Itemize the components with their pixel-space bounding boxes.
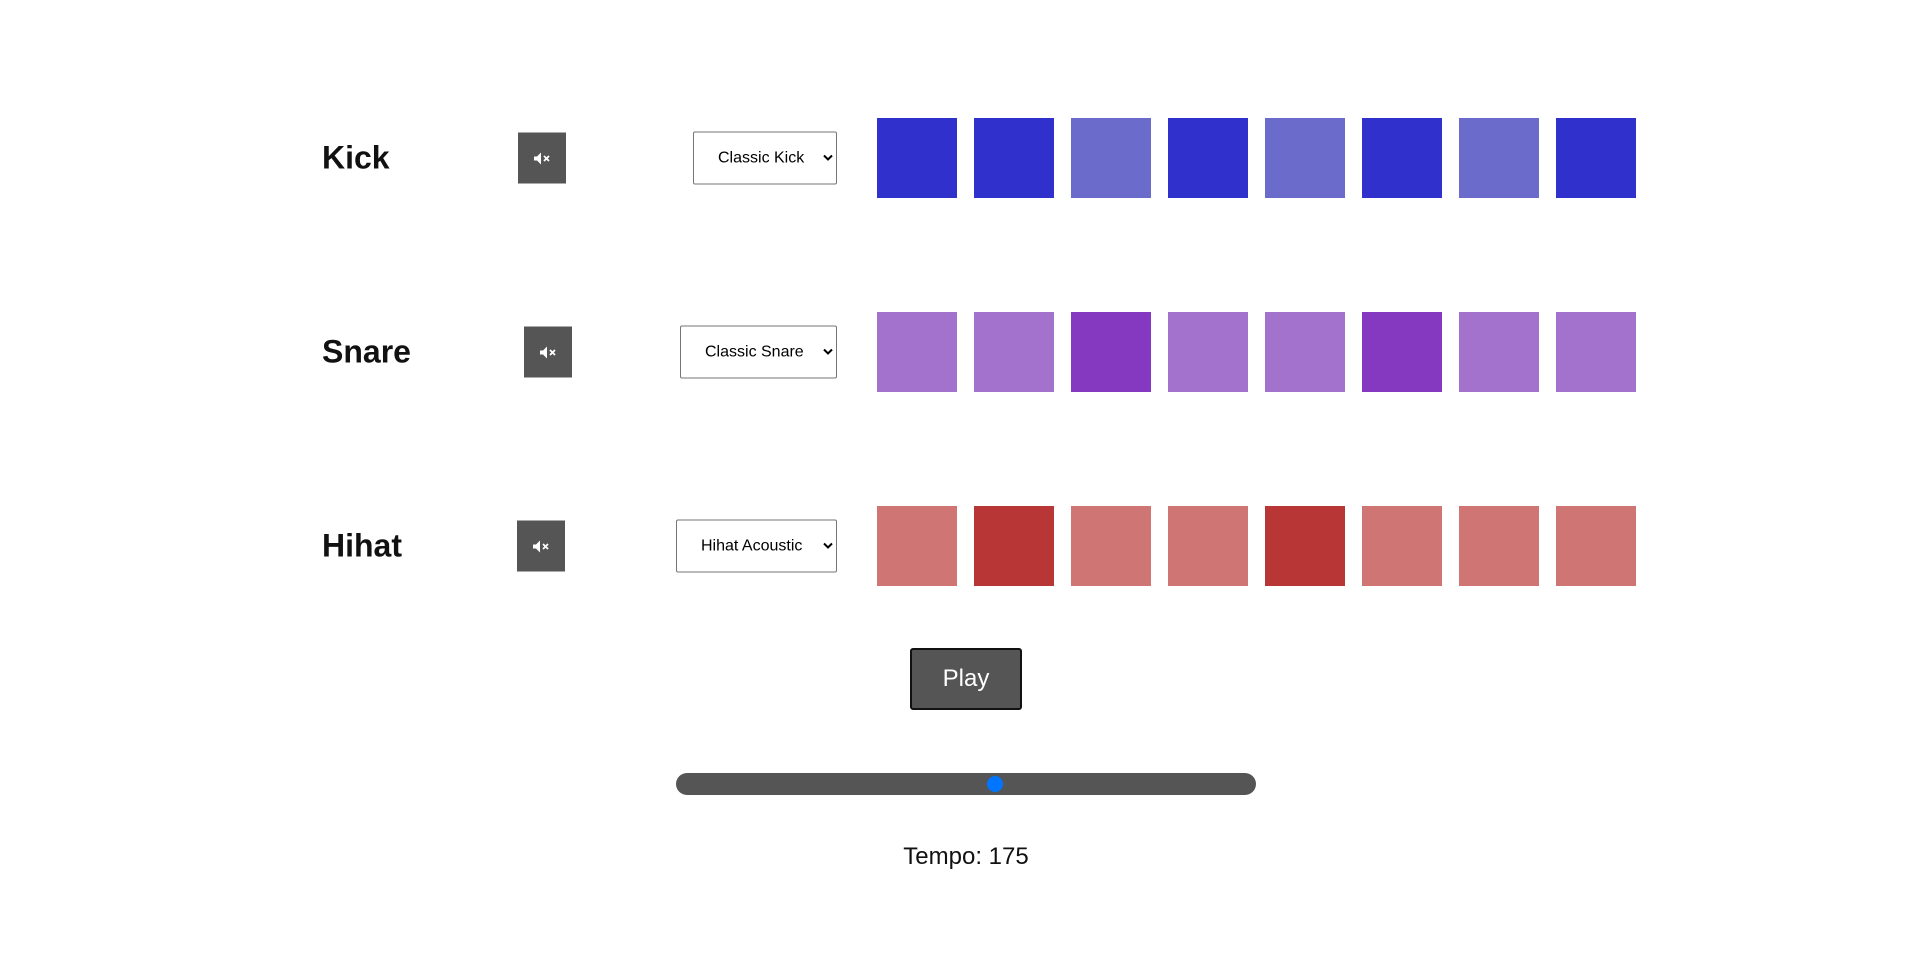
step-pad[interactable] (877, 312, 957, 392)
step-pad-active[interactable] (974, 506, 1054, 586)
step-pad[interactable] (1459, 118, 1539, 198)
step-pad[interactable] (1071, 118, 1151, 198)
step-pad-active[interactable] (974, 118, 1054, 198)
mute-button-kick[interactable] (518, 132, 566, 184)
track-name: Kick (322, 139, 390, 176)
track-row-hihat: Hihat Hihat Acoustic (0, 506, 1920, 586)
sound-select-kick[interactable]: Classic Kick (693, 131, 837, 185)
step-pad[interactable] (1459, 506, 1539, 586)
step-pad-active[interactable] (1168, 118, 1248, 198)
step-pad[interactable] (1362, 506, 1442, 586)
step-pad[interactable] (1556, 312, 1636, 392)
play-button[interactable]: Play (910, 648, 1022, 710)
step-pad[interactable] (1265, 118, 1345, 198)
tempo-slider-thumb[interactable] (987, 776, 1003, 792)
sound-select-hihat[interactable]: Hihat Acoustic (676, 519, 837, 573)
track-name: Hihat (322, 527, 402, 564)
speaker-mute-icon (532, 539, 550, 553)
step-pad-active[interactable] (1265, 506, 1345, 586)
step-pad-active[interactable] (1071, 312, 1151, 392)
step-pad[interactable] (1071, 506, 1151, 586)
track-name: Snare (322, 333, 411, 370)
step-pad-active[interactable] (1362, 118, 1442, 198)
track-row-snare: Snare Classic Snare (0, 312, 1920, 392)
tempo-readout: Tempo: 175 (903, 843, 1029, 870)
speaker-mute-icon (539, 345, 557, 359)
step-pad[interactable] (1168, 506, 1248, 586)
step-pad-active[interactable] (877, 118, 957, 198)
track-row-kick: Kick Classic Kick (0, 118, 1920, 198)
sound-select-snare[interactable]: Classic Snare (680, 325, 837, 379)
step-pad[interactable] (974, 312, 1054, 392)
step-pad[interactable] (1168, 312, 1248, 392)
mute-button-hihat[interactable] (517, 520, 565, 572)
step-pad-active[interactable] (1556, 118, 1636, 198)
mute-button-snare[interactable] (524, 326, 572, 378)
speaker-mute-icon (533, 151, 551, 165)
step-pad[interactable] (1556, 506, 1636, 586)
step-pad[interactable] (1265, 312, 1345, 392)
step-pad-active[interactable] (1362, 312, 1442, 392)
tempo-slider[interactable] (676, 773, 1256, 795)
step-pad[interactable] (877, 506, 957, 586)
drum-machine: Kick Classic Kick Snare Classic Snare Hi… (0, 0, 1920, 969)
step-pad[interactable] (1459, 312, 1539, 392)
